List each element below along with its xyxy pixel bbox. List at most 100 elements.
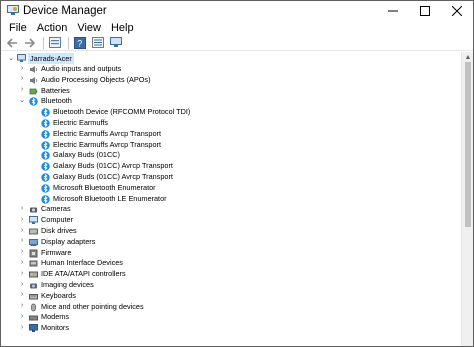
expand-chevron-icon[interactable]: › (18, 237, 26, 247)
bluetooth-icon (41, 151, 50, 161)
tree-device[interactable]: Galaxy Buds (01CC) (1, 150, 463, 161)
tree-category[interactable]: › IDE ATA/ATAPI controllers (1, 269, 463, 280)
tree-device[interactable]: Microsoft Bluetooth LE Enumerator (1, 194, 463, 205)
toolbar-separator (43, 36, 44, 49)
device-manager-window: Device Manager File Action View Help ? ⌄… (0, 0, 474, 347)
expand-chevron-icon[interactable]: › (18, 302, 26, 312)
tree-device[interactable]: Galaxy Buds (01CC) Avrcp Transport (1, 161, 463, 172)
firmware-icon (29, 249, 38, 258)
properties-button[interactable] (48, 36, 62, 49)
bluetooth-icon (41, 130, 50, 139)
tree-category[interactable]: › Display adapters (1, 237, 463, 248)
vertical-scrollbar[interactable]: ▲ (461, 52, 473, 346)
expand-chevron-icon[interactable]: › (18, 280, 26, 290)
monitor-icon (110, 37, 122, 47)
tree-device-label: Electric Earmuffs Avrcp Transport (53, 128, 162, 138)
tree-device[interactable]: Electric Earmuffs Avrcp Transport (1, 129, 463, 140)
tree-category[interactable]: › Batteries (1, 86, 463, 97)
expand-chevron-icon[interactable]: › (18, 75, 26, 85)
menu-view[interactable]: View (73, 22, 107, 34)
expand-chevron-icon[interactable]: › (18, 248, 26, 258)
display-adapter-icon (29, 238, 38, 246)
computer-icon (29, 216, 38, 225)
help-button[interactable]: ? (73, 36, 87, 49)
toolbar-separator (68, 36, 69, 49)
tree-category[interactable]: › Disk drives (1, 226, 463, 237)
tree-category-label: Disk drives (41, 225, 77, 235)
tree-category-label: Display adapters (41, 236, 96, 246)
tree-category[interactable]: › Computer (1, 215, 463, 226)
camera-icon (30, 207, 37, 213)
collapse-chevron-icon[interactable]: ⌄ (7, 53, 15, 63)
menu-bar: File Action View Help (1, 21, 473, 35)
minimize-button[interactable] (377, 1, 409, 21)
tree-device[interactable]: Bluetooth Device (RFCOMM Protocol TDI) (1, 107, 463, 118)
help-icon: ? (74, 36, 86, 49)
tree-device[interactable]: Electric Earmuffs (1, 118, 463, 129)
toolbar: ? (1, 35, 473, 51)
tree-category[interactable]: ⌄ Bluetooth (1, 96, 463, 107)
tree-category-label: IDE ATA/ATAPI controllers (41, 269, 126, 279)
svg-text:?: ? (77, 38, 82, 48)
tree-category[interactable]: › Imaging devices (1, 280, 463, 291)
speaker-icon (30, 66, 38, 73)
tree-category[interactable]: › Monitors (1, 323, 463, 334)
tree-category[interactable]: › Modems (1, 312, 463, 323)
tree-category-label: Batteries (41, 85, 70, 95)
close-button[interactable] (441, 1, 473, 21)
tree-category[interactable]: › Cameras (1, 204, 463, 215)
tree-category-label: Imaging devices (41, 279, 94, 289)
scrollbar-thumb[interactable] (465, 62, 471, 227)
tree-category-label: Modems (41, 312, 69, 322)
menu-help[interactable]: Help (107, 22, 140, 34)
tree-device[interactable]: Microsoft Bluetooth Enumerator (1, 183, 463, 194)
tree-root-label: Jarrads-Acer (28, 53, 74, 64)
tree-device[interactable]: Electric Earmuffs Avrcp Transport (1, 140, 463, 151)
tree-root[interactable]: ⌄ Jarrads-Acer (1, 53, 463, 64)
tree-category[interactable]: › Firmware (1, 248, 463, 259)
device-tree[interactable]: ⌄ Jarrads-Acer › Audio inputs and outputs › A… (1, 52, 463, 346)
expand-chevron-icon[interactable]: › (18, 204, 26, 214)
battery-icon (29, 88, 38, 94)
maximize-button[interactable] (409, 1, 441, 21)
expand-chevron-icon[interactable]: › (18, 215, 26, 225)
tree-device-label: Microsoft Bluetooth Enumerator (53, 182, 156, 192)
tree-category[interactable]: › Keyboards (1, 291, 463, 302)
tree-category-label: Bluetooth (41, 96, 72, 106)
maximize-icon (420, 6, 430, 16)
properties-icon (49, 37, 61, 48)
expand-chevron-icon[interactable]: › (18, 64, 26, 74)
expand-chevron-icon[interactable]: › (18, 86, 26, 96)
menu-action[interactable]: Action (33, 22, 74, 34)
tree-category[interactable]: › Audio Processing Objects (APOs) (1, 75, 463, 86)
device-list-button[interactable] (91, 36, 105, 49)
expand-chevron-icon[interactable]: › (18, 226, 26, 236)
scan-hardware-button[interactable] (109, 36, 123, 49)
collapse-chevron-icon[interactable]: ⌄ (18, 96, 26, 106)
tree-category[interactable]: › Audio inputs and outputs (1, 64, 463, 75)
bluetooth-icon (41, 119, 50, 128)
forward-button[interactable] (23, 36, 37, 49)
menu-file[interactable]: File (5, 22, 33, 34)
expand-chevron-icon[interactable]: › (18, 323, 26, 333)
speaker-icon (30, 76, 38, 84)
tree-category-label: Cameras (41, 204, 71, 214)
device-tree-rows: ⌄ Jarrads-Acer › Audio inputs and outputs › A… (1, 53, 463, 334)
computer-root-icon (17, 54, 26, 62)
expand-chevron-icon[interactable]: › (18, 312, 26, 322)
tree-category-label: Human Interface Devices (41, 258, 123, 268)
expand-chevron-icon[interactable]: › (18, 258, 26, 268)
imaging-icon (30, 283, 37, 289)
back-arrow-icon (6, 37, 17, 48)
back-button[interactable] (5, 36, 19, 49)
tree-device[interactable]: Galaxy Buds (01CC) Avrcp Transport (1, 172, 463, 183)
window-controls (377, 1, 473, 21)
hid-icon (29, 260, 38, 267)
scroll-up-arrow-icon[interactable]: ▲ (464, 53, 472, 61)
tree-category[interactable]: › Human Interface Devices (1, 258, 463, 269)
tree-category-label: Mice and other pointing devices (41, 301, 144, 311)
bluetooth-icon (41, 194, 50, 204)
expand-chevron-icon[interactable]: › (18, 269, 26, 279)
tree-category[interactable]: › Mice and other pointing devices (1, 302, 463, 313)
expand-chevron-icon[interactable]: › (18, 291, 26, 301)
